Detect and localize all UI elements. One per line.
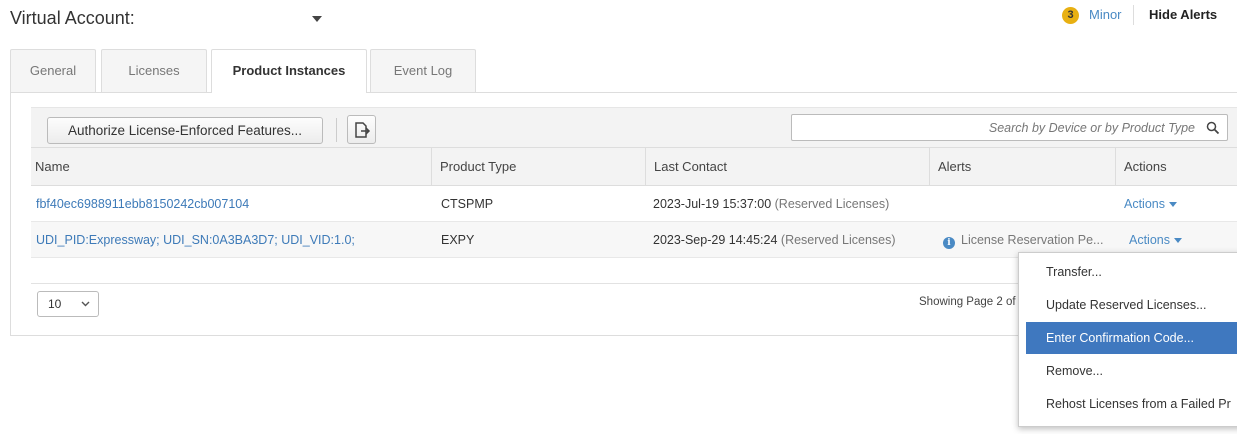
- tab-licenses[interactable]: Licenses: [101, 49, 207, 92]
- virtual-account-dropdown-icon[interactable]: [312, 16, 322, 22]
- alert-cell: [937, 186, 1115, 222]
- export-icon: [355, 122, 371, 138]
- row-actions-label: Actions: [1124, 197, 1165, 211]
- last-contact-note: (Reserved Licenses): [780, 233, 896, 247]
- last-contact-time: 2023-Jul-19 15:37:00: [653, 197, 772, 211]
- actions-dropdown-menu: Transfer... Update Reserved Licenses... …: [1018, 252, 1237, 427]
- last-contact-time: 2023-Sep-29 14:45:24: [653, 233, 778, 247]
- search-input[interactable]: [800, 118, 1195, 138]
- column-header-alerts[interactable]: Alerts: [929, 148, 1115, 185]
- toolbar-divider: [336, 118, 337, 142]
- last-contact-note: (Reserved Licenses): [774, 197, 890, 211]
- column-header-last-contact[interactable]: Last Contact: [645, 148, 929, 185]
- tab-event-log[interactable]: Event Log: [370, 49, 476, 92]
- pagination-status: Showing Page 2 of: [919, 296, 1016, 308]
- toolbar: Authorize License-Enforced Features...: [31, 107, 1237, 147]
- table-header: Name Product Type Last Contact Alerts Ac…: [31, 147, 1237, 186]
- table-row: fbf40ec6988911ebb8150242cb007104 CTSPMP …: [31, 186, 1237, 222]
- page: Virtual Account: 3 Minor Hide Alerts Gen…: [0, 0, 1237, 434]
- row-actions-button[interactable]: Actions: [1124, 186, 1237, 222]
- search-icon[interactable]: [1206, 121, 1220, 135]
- column-header-name[interactable]: Name: [31, 148, 431, 185]
- alert-text: License Reservation Pe...: [961, 233, 1104, 247]
- tab-product-instances[interactable]: Product Instances: [211, 49, 367, 93]
- menu-item-update-reserved-licenses[interactable]: Update Reserved Licenses...: [1026, 289, 1237, 321]
- chevron-down-icon: [1169, 202, 1177, 208]
- product-instances-table: Name Product Type Last Contact Alerts Ac…: [31, 147, 1237, 258]
- menu-item-transfer[interactable]: Transfer...: [1026, 256, 1237, 288]
- product-type-cell: EXPY: [441, 233, 475, 247]
- product-type-cell: CTSPMP: [441, 197, 494, 211]
- last-contact-cell: 2023-Jul-19 15:37:00 (Reserved Licenses): [653, 186, 928, 222]
- info-icon: i: [943, 237, 955, 249]
- page-size-value: 10: [48, 297, 62, 311]
- hide-alerts-button[interactable]: Hide Alerts: [1149, 7, 1217, 22]
- chevron-down-icon: [81, 301, 90, 307]
- alert-count-badge: 3: [1062, 7, 1079, 24]
- tab-general[interactable]: General: [10, 49, 96, 92]
- last-contact-cell: 2023-Sep-29 14:45:24 (Reserved Licenses): [653, 222, 928, 258]
- authorize-features-button[interactable]: Authorize License-Enforced Features...: [47, 117, 323, 144]
- virtual-account-title: Virtual Account:: [10, 8, 135, 28]
- menu-item-enter-confirmation-code[interactable]: Enter Confirmation Code...: [1026, 322, 1237, 354]
- instance-name-link[interactable]: UDI_PID:Expressway; UDI_SN:0A3BA3D7; UDI…: [36, 222, 426, 258]
- column-header-actions: Actions: [1115, 148, 1237, 185]
- row-actions-label: Actions: [1129, 233, 1170, 247]
- menu-item-rehost-licenses[interactable]: Rehost Licenses from a Failed Pr: [1026, 388, 1237, 420]
- search-box: [791, 114, 1228, 141]
- column-header-product-type[interactable]: Product Type: [431, 148, 645, 185]
- export-button[interactable]: [347, 115, 376, 144]
- alert-divider: [1133, 5, 1134, 25]
- instance-name-link[interactable]: fbf40ec6988911ebb8150242cb007104: [36, 186, 426, 222]
- menu-item-remove[interactable]: Remove...: [1026, 355, 1237, 387]
- alert-level-link[interactable]: Minor: [1089, 7, 1122, 22]
- chevron-down-icon: [1174, 238, 1182, 244]
- page-size-select[interactable]: 10: [37, 291, 99, 317]
